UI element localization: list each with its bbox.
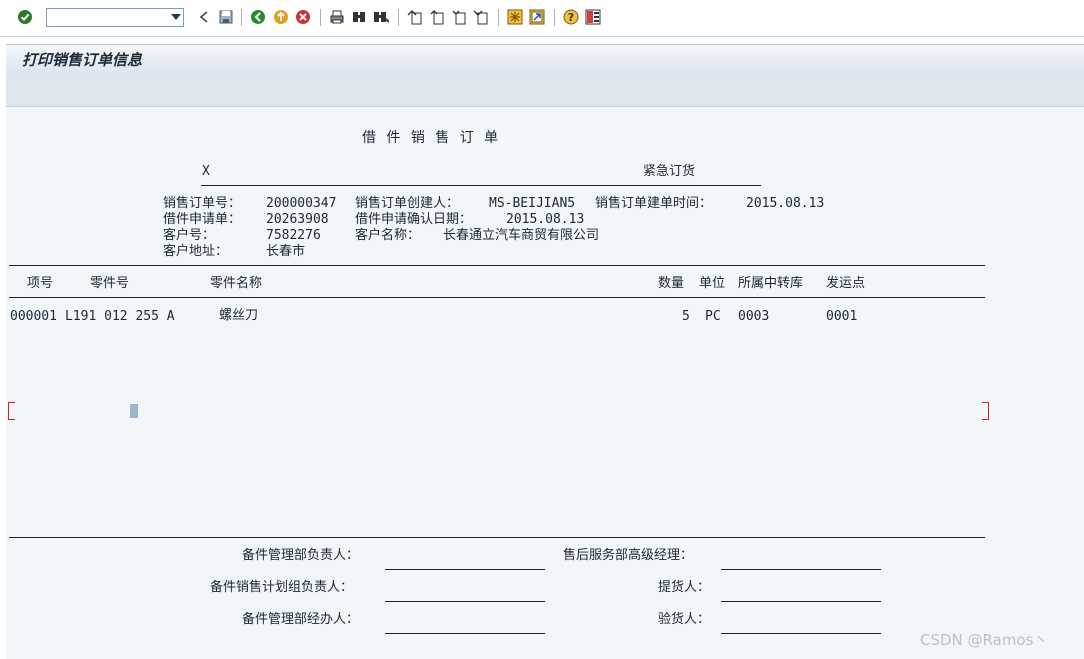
col-part-name-header: 零件名称 <box>210 276 263 291</box>
row-part-name: 螺丝刀 <box>219 308 259 323</box>
customer-no-value: 7582276 <box>266 228 321 243</box>
sig-pickup-label: 提货人： <box>658 580 711 595</box>
customer-address-label: 客户地址： <box>163 244 229 259</box>
next-page-icon[interactable] <box>451 9 467 25</box>
sig-aftersales-label: 售后服务部高级经理： <box>563 548 694 563</box>
col-unit-header: 单位 <box>699 276 726 291</box>
customer-address-value: 长春市 <box>266 244 306 259</box>
col-item-header: 项号 <box>27 276 54 291</box>
title-bar: 打印销售订单信息 <box>6 44 1084 74</box>
enter-icon[interactable] <box>17 9 33 25</box>
back-arrow-icon[interactable] <box>196 9 212 25</box>
document-heading: 借 件 销 售 订 单 <box>362 130 500 146</box>
loan-confirm-value: 2015.08.13 <box>506 212 585 227</box>
creator-label: 销售订单创建人： <box>355 196 460 211</box>
toolbar-separator <box>398 9 399 26</box>
text-cursor <box>130 404 138 418</box>
col-warehouse-header: 所属中转库 <box>738 276 804 291</box>
row-part-no: L191 012 255 A <box>65 309 175 324</box>
toolbar-separator <box>241 9 242 26</box>
sig-inspector-line <box>721 633 881 634</box>
col-qty-header: 数量 <box>658 276 685 291</box>
col-part-no-header: 零件号 <box>90 276 130 291</box>
table-top-rule <box>9 265 985 266</box>
previous-page-icon[interactable] <box>429 9 445 25</box>
selection-corner-left <box>8 402 15 420</box>
row-item: 000001 <box>10 309 57 324</box>
flag-x: X <box>202 164 210 179</box>
header-divider <box>201 185 761 186</box>
row-ship-point: 0001 <box>826 309 858 324</box>
col-ship-point-header: 发运点 <box>826 276 866 291</box>
sig-plan-head-line <box>385 601 545 602</box>
standard-toolbar: ? <box>0 0 1084 37</box>
toolbar-separator <box>320 9 321 26</box>
toolbar-separator <box>554 9 555 26</box>
selection-corner-right <box>982 402 989 420</box>
layout-icon[interactable] <box>585 9 601 25</box>
loan-request-label: 借件申请单： <box>163 212 242 227</box>
exit-icon[interactable] <box>273 9 289 25</box>
application-toolbar <box>6 74 1084 107</box>
chevron-down-icon[interactable] <box>171 14 181 20</box>
create-time-label: 销售订单建单时间： <box>595 196 713 211</box>
print-icon[interactable] <box>329 9 345 25</box>
loan-request-value: 20263908 <box>266 212 329 227</box>
sales-order-no-label: 销售订单号： <box>163 196 242 211</box>
command-field[interactable] <box>46 8 184 27</box>
page-title: 打印销售订单信息 <box>22 51 143 69</box>
row-warehouse: 0003 <box>738 309 770 324</box>
footer-rule <box>9 537 985 538</box>
table-header-rule <box>9 297 985 298</box>
shortcut-icon[interactable] <box>529 9 545 25</box>
sig-pickup-line <box>721 601 881 602</box>
sig-plan-head-label: 备件销售计划组负责人： <box>210 580 354 595</box>
find-next-icon[interactable] <box>373 9 389 25</box>
first-page-icon[interactable] <box>407 9 423 25</box>
back-icon[interactable] <box>250 9 266 25</box>
help-icon[interactable]: ? <box>563 9 579 25</box>
sig-aftersales-line <box>721 569 881 570</box>
customer-no-label: 客户号： <box>163 228 216 243</box>
urgent-order-label: 紧急订货 <box>643 164 696 179</box>
save-icon[interactable] <box>218 9 234 25</box>
creator-value: MS-BEIJIAN5 <box>489 196 576 211</box>
row-unit: PC <box>705 309 721 324</box>
sig-mgmt-handler-line <box>385 633 545 634</box>
sig-mgmt-handler-label: 备件管理部经办人： <box>242 612 360 627</box>
svg-text:?: ? <box>568 11 574 24</box>
watermark: CSDN @Ramos丶 <box>920 631 1049 649</box>
last-page-icon[interactable] <box>473 9 489 25</box>
create-session-icon[interactable] <box>507 9 523 25</box>
sig-inspector-label: 验货人： <box>658 612 711 627</box>
create-time-value: 2015.08.13 <box>746 196 825 211</box>
row-qty: 5 <box>682 309 690 324</box>
sig-mgmt-head-label: 备件管理部负责人： <box>242 548 360 563</box>
toolbar-separator <box>498 9 499 26</box>
list-output-area <box>6 107 1084 659</box>
customer-name-label: 客户名称： <box>355 228 421 243</box>
sig-mgmt-head-line <box>385 569 545 570</box>
cancel-icon[interactable] <box>295 9 311 25</box>
sales-order-no: 200000347 <box>266 196 337 211</box>
customer-name-value: 长春通立汽车商贸有限公司 <box>443 228 600 243</box>
find-icon[interactable] <box>351 9 367 25</box>
loan-confirm-label: 借件申请确认日期： <box>355 212 473 227</box>
